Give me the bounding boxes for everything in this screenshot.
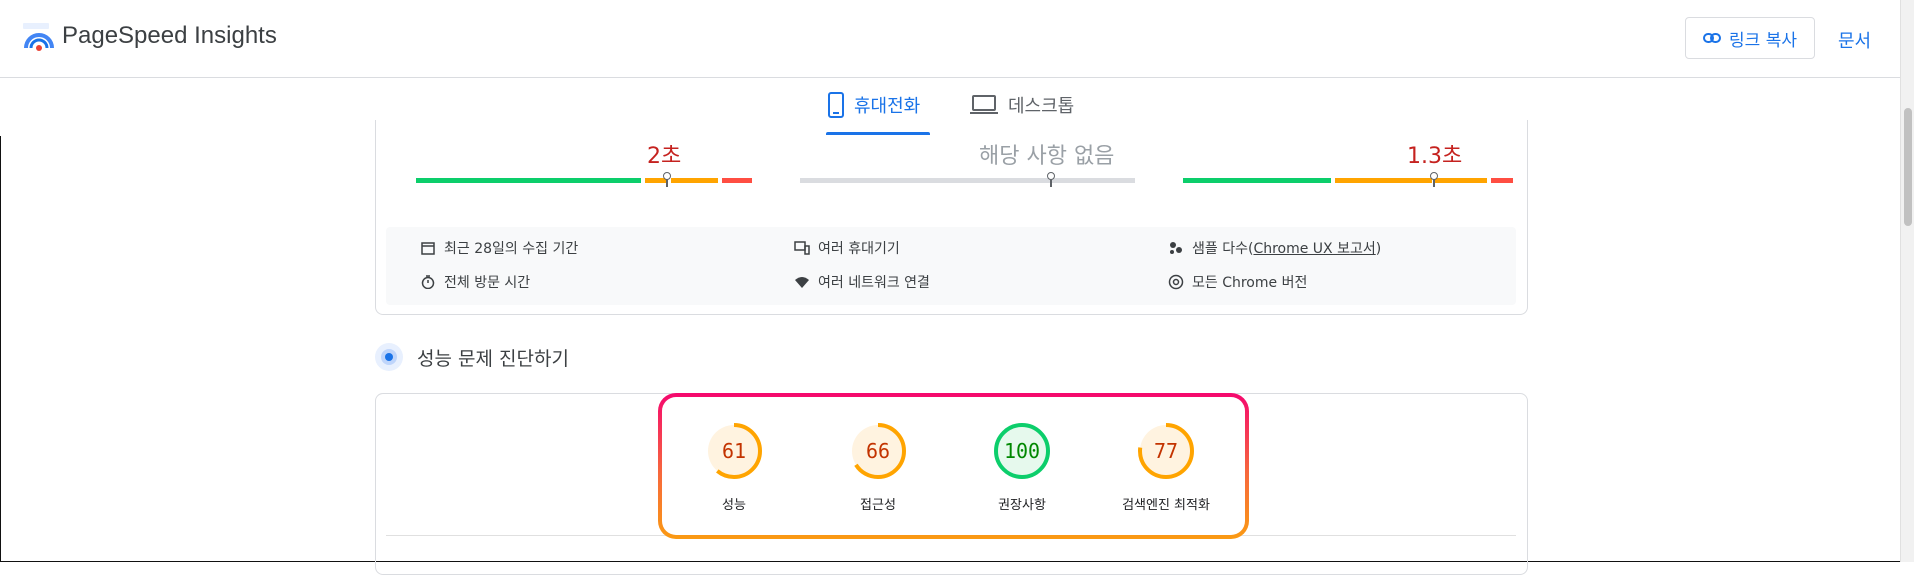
metric-fid: 해당 사항 없음 (800, 138, 1135, 188)
info-period-text: 최근 28일의 수집 기간 (444, 241, 579, 257)
diagnose-title: 성능 문제 진단하기 (417, 347, 569, 370)
score-value: 66 (865, 439, 891, 463)
metric-marker-stem (1050, 179, 1052, 187)
score-value: 100 (1003, 439, 1041, 463)
wifi-icon (794, 274, 810, 290)
metric-bar-segment (416, 178, 641, 183)
copy-link-label: 링크 복사 (1729, 30, 1797, 51)
score-gauge-seo[interactable]: 77 검색엔진 최적화 (1096, 422, 1236, 513)
calendar-icon (420, 240, 436, 256)
top-header: PageSpeed Insights 링크 복사 문서 (0, 0, 1900, 78)
devices-icon (794, 240, 810, 256)
score-value: 61 (721, 439, 747, 463)
brand-title[interactable]: PageSpeed Insights (62, 22, 277, 50)
chrome-icon (1168, 274, 1184, 290)
info-devices: 여러 휴대기기 (794, 238, 900, 258)
lighthouse-icon (375, 343, 403, 371)
info-network-text: 여러 네트워크 연결 (818, 275, 930, 291)
phone-icon (828, 92, 844, 118)
metric-fcp: 1.3초 (1183, 138, 1518, 188)
laptop-icon (970, 95, 998, 114)
metric-bar-segment (671, 178, 718, 183)
metric-value: 1.3초 (1407, 144, 1463, 169)
metric-marker-stem (1433, 179, 1435, 187)
score-value: 77 (1153, 439, 1179, 463)
docs-link[interactable]: 문서 (1838, 27, 1871, 53)
field-data-info: 최근 28일의 수집 기간 전체 방문 시간 여러 휴대기기 여러 네트워크 연… (386, 227, 1516, 305)
score-gauge-best-practices[interactable]: 100 권장사항 (952, 422, 1092, 513)
vertical-scrollbar[interactable] (1900, 0, 1914, 562)
tab-desktop-label: 데스크톱 (1008, 96, 1075, 117)
metric-bar-segment (1183, 178, 1331, 183)
info-samples-prefix: 샘플 다수( (1192, 241, 1254, 257)
link-icon (1703, 33, 1722, 43)
metric-marker-stem (666, 179, 668, 187)
scrollbar-thumb[interactable] (1904, 108, 1912, 226)
tab-mobile-label: 휴대전화 (854, 96, 921, 117)
diagnose-section-header: 성능 문제 진단하기 (375, 343, 569, 371)
score-gauge-performance[interactable]: 61 성능 (664, 422, 804, 513)
info-samples: 샘플 다수(Chrome UX 보고서) (1168, 238, 1381, 258)
score-label: 접근성 (860, 498, 896, 513)
score-gauge-accessibility[interactable]: 66 접근성 (808, 422, 948, 513)
tab-mobile[interactable]: 휴대전화 (828, 92, 920, 118)
copy-link-button[interactable]: 링크 복사 (1685, 17, 1815, 59)
info-devices-text: 여러 휴대기기 (818, 241, 900, 257)
score-label: 권장사항 (998, 498, 1046, 513)
metric-lcp: 2초 (416, 138, 752, 188)
metric-bar-segment (1491, 178, 1513, 183)
info-chrome: 모든 Chrome 버전 (1168, 272, 1307, 292)
pagespeed-logo-icon[interactable] (22, 22, 56, 54)
score-label: 성능 (722, 498, 746, 513)
metric-value: 2초 (647, 144, 682, 169)
metric-bar-segment (800, 178, 1135, 183)
samples-icon (1168, 240, 1184, 256)
metric-value: 해당 사항 없음 (979, 144, 1115, 169)
score-label: 검색엔진 최적화 (1122, 498, 1210, 513)
info-network: 여러 네트워크 연결 (794, 272, 930, 292)
stopwatch-icon (420, 274, 436, 290)
tab-desktop[interactable]: 데스크톱 (970, 92, 1074, 118)
info-period: 최근 28일의 수집 기간 (420, 238, 578, 258)
metric-bar-segment (1335, 178, 1432, 183)
info-visit-text: 전체 방문 시간 (444, 275, 531, 291)
info-samples-suffix: ) (1375, 241, 1382, 257)
metric-bar-segment (1435, 178, 1487, 183)
chrome-ux-report-link[interactable]: Chrome UX 보고서 (1253, 241, 1375, 257)
metric-bar-segment (722, 178, 752, 183)
info-visit: 전체 방문 시간 (420, 272, 530, 292)
info-chrome-text: 모든 Chrome 버전 (1192, 275, 1308, 291)
